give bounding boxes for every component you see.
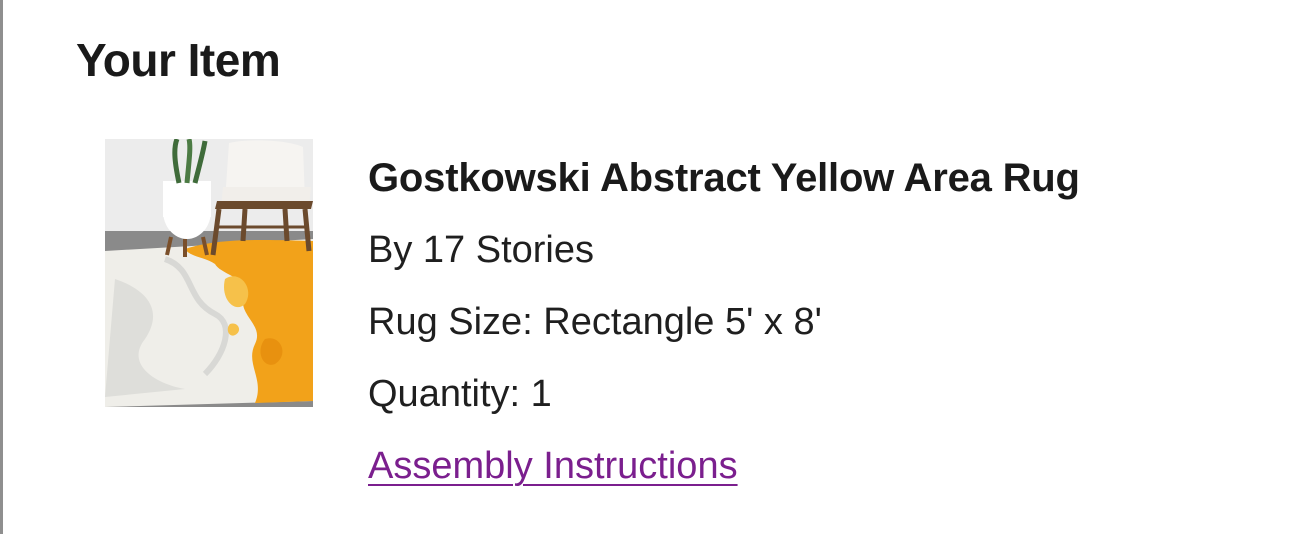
product-name[interactable]: Gostkowski Abstract Yellow Area Rug <box>368 150 1080 208</box>
item-details: Gostkowski Abstract Yellow Area Rug By 1… <box>368 150 1080 502</box>
assembly-instructions-link[interactable]: Assembly Instructions <box>368 430 738 502</box>
section-title: Your Item <box>76 34 281 86</box>
left-border <box>0 0 3 534</box>
product-size: Rug Size: Rectangle 5' x 8' <box>368 301 822 343</box>
product-quantity: Quantity: 1 <box>368 373 552 415</box>
rug-thumbnail-icon <box>105 139 313 407</box>
product-image[interactable] <box>105 139 313 407</box>
product-brand: By 17 Stories <box>368 229 594 271</box>
